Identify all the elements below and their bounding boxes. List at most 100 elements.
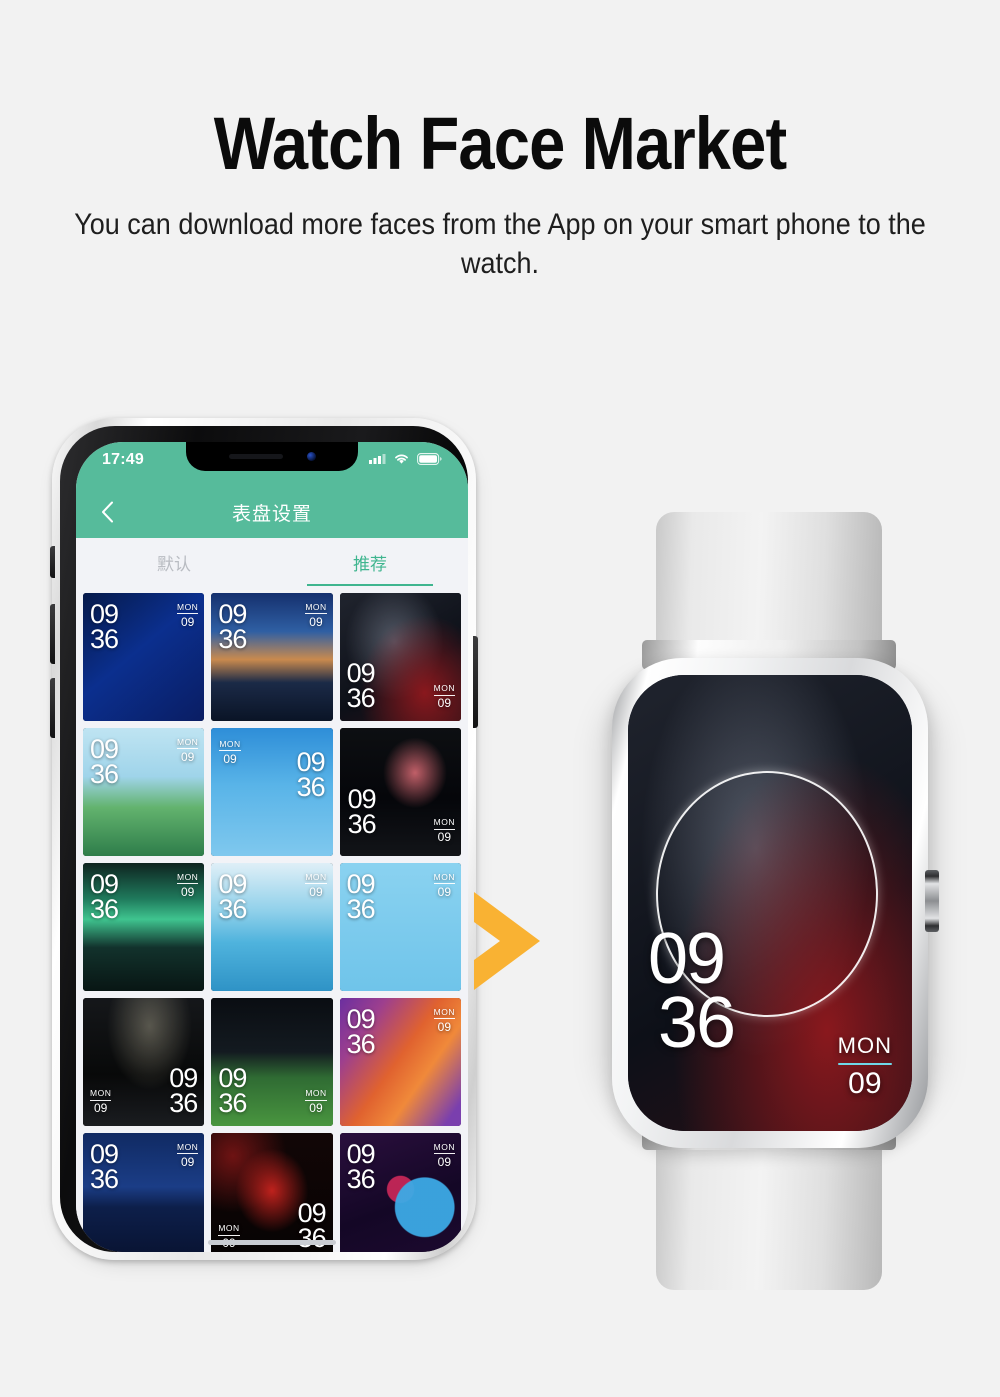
watch-face-date-divider xyxy=(176,748,199,750)
watch-face-minute: 36 xyxy=(90,1163,119,1194)
watch-face-day-of-week: MON xyxy=(305,872,327,882)
watch-face-date: MON 09 xyxy=(433,872,455,899)
watch-face-tile[interactable]: 0936 MON09 xyxy=(339,728,461,856)
watch-face-time: 09 36 xyxy=(347,1141,376,1193)
notch xyxy=(186,442,358,471)
watch-face-day-of-week: MON xyxy=(433,1142,455,1152)
back-button[interactable] xyxy=(92,497,122,527)
watch-face-grid: 09 36 MON 09 09 36 MON 09 09 36 MON 09 09 36 MON 09 09 36… xyxy=(76,586,468,1252)
watch-face-minute: 36 xyxy=(346,893,376,924)
watch-face-time: 09 36 xyxy=(346,871,376,924)
tab-bar: 默认 推荐 xyxy=(76,538,468,586)
watch-day-of-week: MON xyxy=(837,1032,892,1058)
watch-face-time: 09 36 xyxy=(297,749,326,801)
watch-face-date-divider xyxy=(433,828,455,830)
watch-face-time: 09 36 xyxy=(169,1065,198,1117)
watch-face-time: 09 36 xyxy=(218,871,247,924)
watch-face-date: MON 09 xyxy=(176,602,199,629)
silent-switch[interactable] xyxy=(50,546,55,578)
status-bar: 17:49 xyxy=(76,442,468,486)
watch-minute: 36 xyxy=(658,983,736,1063)
watch-face-date: MON 09 xyxy=(176,1143,199,1169)
watch-face-date: MON 09 xyxy=(305,602,327,629)
watch-face-time: 09 36 xyxy=(347,783,377,837)
watch-face-minute: 36 xyxy=(346,1028,376,1059)
phone-frame: 17:49 表盘设置 默认 推荐 09 36 MON 09 09 36 MON … xyxy=(50,418,478,1260)
nav-title: 表盘设置 xyxy=(231,503,312,525)
watch-face-tile[interactable]: 0936 MON 09 xyxy=(339,863,461,991)
watch-face-tile[interactable]: 0936MON09 xyxy=(83,728,205,856)
watch-face-minute: 36 xyxy=(90,893,119,924)
watch-face-minute: 36 xyxy=(218,1088,247,1119)
watch-face-minute: 36 xyxy=(346,683,376,714)
watch-day-number: 09 xyxy=(848,1067,882,1100)
watch-face-day-number: 09 xyxy=(437,830,451,845)
watch-face-time: 09 36 xyxy=(90,871,119,924)
watch-face-day-number: 09 xyxy=(223,751,237,766)
watch-face-day-number: 09 xyxy=(180,884,195,899)
watch-face-time: 09 36 xyxy=(90,1141,119,1194)
watch-face-tile[interactable]: 09 36 MON09 xyxy=(339,593,461,721)
tab-default[interactable]: 默认 xyxy=(76,538,272,586)
watch-face-date-divider xyxy=(305,1099,327,1101)
watch-face-date-divider xyxy=(218,1234,240,1236)
watch-face-tile[interactable]: 0936MON09 xyxy=(83,593,205,721)
watch-face-day-number: 09 xyxy=(180,1154,195,1169)
status-bar-icons xyxy=(369,451,442,465)
watch-face-tile[interactable]: 0936MON09 xyxy=(83,863,205,991)
watch-face-time: 09 36 xyxy=(346,1006,376,1059)
crown-button[interactable] xyxy=(925,870,939,932)
watch-face-date-divider xyxy=(90,1099,112,1101)
watch-face-tile[interactable]: 0936MON09 xyxy=(83,998,205,1126)
watch-date-divider xyxy=(837,1062,892,1065)
watch-strap-bottom xyxy=(656,1140,882,1290)
watch-face-date-divider xyxy=(176,883,199,885)
wifi-icon xyxy=(395,454,408,464)
watch-face-date: MON 09 xyxy=(433,1007,455,1034)
page-title: Watch Face Market xyxy=(213,102,787,185)
phone-screen: 17:49 表盘设置 默认 推荐 09 36 MON 09 09 36 MON … xyxy=(76,442,468,1252)
watch-face-date: MON 09 xyxy=(433,818,455,845)
watch-face-hour: 09 xyxy=(347,783,377,814)
watch-face-tile[interactable]: 0936 MON09 xyxy=(211,728,333,856)
front-camera-icon xyxy=(306,452,316,461)
watch-face-day-number: 09 xyxy=(309,884,323,899)
watch-face-date-divider xyxy=(433,1018,455,1020)
watch-face-tile[interactable]: 0936 MON 09 xyxy=(211,863,333,991)
watch-strap-top xyxy=(656,512,882,654)
watch-date: MON 09 xyxy=(837,1032,892,1102)
watch-face-tile[interactable]: 0936MON09 xyxy=(211,593,333,721)
watch-face-date: MON 09 xyxy=(219,740,241,766)
home-indicator[interactable] xyxy=(208,1240,336,1245)
power-button[interactable] xyxy=(473,636,478,728)
watch-face-date: MON 09 xyxy=(433,684,455,711)
watch-face-minute: 36 xyxy=(297,1223,327,1252)
watch-face-day-of-week: MON xyxy=(218,1223,240,1234)
signal-icon xyxy=(369,453,386,464)
watch-face-tile[interactable]: 0936MON09 xyxy=(339,1133,461,1252)
watch-face-tile[interactable]: 0936 MON09 xyxy=(339,998,461,1126)
watch-face-day-of-week: MON xyxy=(433,1007,455,1017)
watch-face-day-of-week: MON xyxy=(433,872,455,882)
watch-face-day-number: 09 xyxy=(437,696,451,711)
watch-face-tile[interactable]: 0936MON09 xyxy=(83,1133,205,1252)
watch-screen[interactable]: 09 36 MON 09 xyxy=(628,675,912,1131)
speaker-icon xyxy=(228,454,283,459)
tab-recommended[interactable]: 推荐 xyxy=(272,538,468,586)
volume-up-button[interactable] xyxy=(50,604,55,664)
watch-face-date-divider xyxy=(433,883,455,885)
watch-face-tile[interactable]: 0936MON09 xyxy=(211,998,333,1126)
watch-face-tile[interactable]: 0936MON09 xyxy=(211,1133,333,1252)
volume-down-button[interactable] xyxy=(50,678,55,738)
hero-section: Watch Face Market You can download more … xyxy=(0,105,1000,284)
watch-face-day-number: 09 xyxy=(437,884,451,899)
watch-face-date-divider xyxy=(305,883,327,885)
watch-face-day-of-week: MON xyxy=(305,602,327,612)
phone-mockup: 17:49 表盘设置 默认 推荐 09 36 MON 09 09 36 MON … xyxy=(50,418,480,1266)
watch-face-day-number: 09 xyxy=(309,614,323,629)
watch-face-minute: 36 xyxy=(218,893,247,924)
nav-bar: 表盘设置 xyxy=(76,486,468,538)
watch-face-day-number: 09 xyxy=(93,1101,108,1116)
watch-face-date: MON 09 xyxy=(305,872,327,899)
watch-face-day-of-week: MON xyxy=(176,602,199,612)
